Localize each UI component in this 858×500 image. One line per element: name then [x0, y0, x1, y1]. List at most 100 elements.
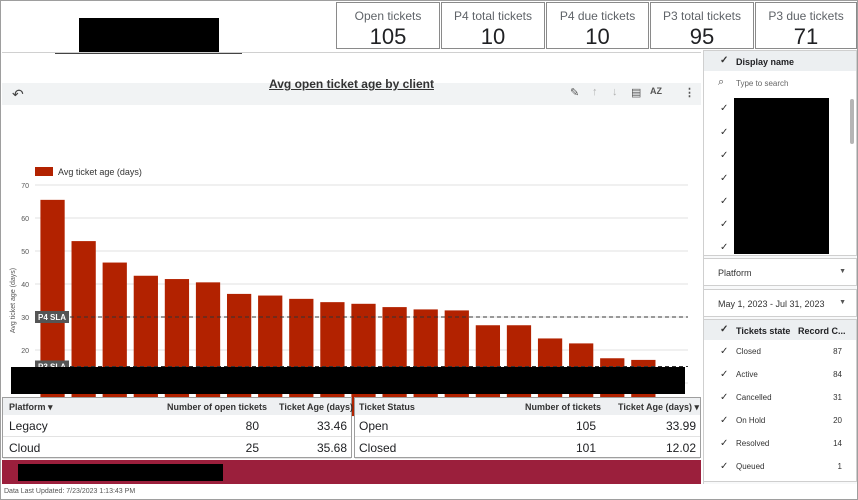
column-header-platform[interactable]: Platform ▾ — [9, 402, 53, 413]
list-item-label: Resolved — [736, 439, 770, 448]
more-vert-icon[interactable]: ⋮ — [684, 86, 695, 99]
kpi-value: 105 — [369, 24, 407, 49]
undo-icon[interactable]: ↶ — [12, 86, 24, 103]
pencil-icon[interactable]: ✎ — [570, 86, 579, 99]
scrollbar[interactable] — [850, 99, 854, 144]
check-icon[interactable]: ✓ — [720, 242, 728, 253]
caret-down-icon: ▼ — [839, 268, 846, 275]
insert-chart-icon[interactable]: ▤ — [631, 86, 641, 99]
list-item-label: Closed — [736, 347, 761, 356]
last-updated-text: Data Last Updated: 7/23/2023 1:13:43 PM — [4, 488, 136, 495]
list-item-count: 14 — [833, 439, 842, 448]
check-icon[interactable]: ✓ — [720, 173, 728, 184]
legend-label: Avg ticket age (days) — [58, 167, 142, 177]
sort-az-icon[interactable]: AZ — [650, 86, 662, 96]
cell-platform: Cloud — [9, 441, 41, 455]
column-header-ticket-age[interactable]: Ticket Age (days) ▾ — [618, 402, 699, 413]
search-row[interactable]: ⌕ Type to search — [704, 75, 856, 91]
check-icon: ✓ — [720, 438, 729, 449]
check-icon: ✓ — [720, 415, 729, 426]
table-row: Closed 101 12.02 — [355, 437, 700, 459]
list-item[interactable]: ✓ Queued 1 — [704, 456, 856, 478]
filter-header: ✓ Tickets state Record C... — [704, 320, 856, 340]
date-range-picker[interactable]: May 1, 2023 - Jul 31, 2023 ▼ — [703, 289, 857, 317]
cell-open-tickets: 80 — [245, 419, 259, 433]
check-icon: ✓ — [720, 461, 729, 472]
record-count-header[interactable]: Record C... — [798, 326, 846, 336]
list-item[interactable]: ✓ Active 84 — [704, 364, 856, 386]
search-icon: ⌕ — [718, 76, 725, 88]
list-item-label: Active — [736, 370, 758, 379]
table-header: Platform ▾ Number of open tickets Ticket… — [3, 398, 353, 415]
table-row: Cloud 25 35.68 — [3, 437, 351, 459]
y-tick-label: 20 — [21, 348, 29, 355]
filter-header-label: Tickets state — [736, 326, 791, 336]
kpi-label: P4 total tickets — [453, 9, 533, 23]
column-header-number-of-tickets[interactable]: Number of tickets — [525, 402, 601, 412]
kpi-card-p3-due: P3 due tickets 71 — [755, 2, 857, 49]
kpi-card-p4-due: P4 due tickets 10 — [546, 2, 649, 49]
check-icon[interactable]: ✓ — [720, 55, 728, 66]
y-axis-label: Avg ticket age (days) — [10, 268, 17, 333]
cell-number-of-tickets: 101 — [575, 441, 596, 455]
list-item-count: 20 — [833, 416, 842, 425]
list-item-label: Cancelled — [736, 393, 772, 402]
check-icon: ✓ — [720, 392, 729, 403]
cell-ticket-age: 33.99 — [665, 419, 696, 433]
kpi-label: P4 due tickets — [559, 9, 636, 23]
table-header: Ticket Status Number of tickets Ticket A… — [355, 398, 700, 415]
list-item[interactable]: ✓ Closed 87 — [704, 341, 856, 363]
kpi-value: 10 — [480, 24, 506, 49]
list-item-label: Queued — [736, 462, 765, 471]
kpi-label: P3 total tickets — [662, 9, 742, 23]
y-tick-label: 60 — [21, 216, 29, 223]
list-item[interactable]: ✓ Resolved 14 — [704, 433, 856, 455]
kpi-value: 71 — [793, 24, 819, 49]
check-icon[interactable]: ✓ — [720, 127, 728, 138]
filter-header-label: Display name — [736, 57, 795, 67]
check-icon[interactable]: ✓ — [720, 196, 728, 207]
y-tick-label: 70 — [21, 183, 29, 190]
caret-down-icon: ▼ — [839, 299, 846, 306]
column-header-ticket-status[interactable]: Ticket Status — [359, 402, 415, 412]
cell-ticket-age: 35.68 — [316, 441, 347, 455]
column-header-ticket-age[interactable]: Ticket Age (days) — [279, 402, 353, 412]
arrow-down-icon[interactable]: ↓ — [612, 86, 618, 98]
date-range-label: May 1, 2023 - Jul 31, 2023 — [718, 299, 825, 309]
bar — [195, 282, 221, 416]
list-item[interactable]: ✓ Cancelled 31 — [704, 387, 856, 409]
list-item-count: 1 — [837, 462, 842, 471]
y-tick-label: 40 — [21, 282, 29, 289]
chart-panel: Avg open ticket age by client ↶ ✎ ↑ ↓ ▤ … — [2, 52, 701, 417]
kpi-value: 95 — [689, 24, 715, 49]
kpi-label: Open tickets — [354, 9, 422, 23]
redacted-axis-labels — [11, 367, 685, 394]
check-icon[interactable]: ✓ — [720, 150, 728, 161]
y-tick-label: 30 — [21, 315, 29, 322]
bar — [164, 279, 190, 416]
table-row: Open 105 33.99 — [355, 415, 700, 437]
check-icon[interactable]: ✓ — [720, 219, 728, 230]
check-icon: ✓ — [720, 369, 729, 380]
cell-platform: Legacy — [9, 419, 48, 433]
list-item[interactable]: ✓ On Hold 20 — [704, 410, 856, 432]
platform-dropdown[interactable]: Platform ▼ — [703, 258, 857, 286]
tickets-state-filter: ✓ Tickets state Record C... ✓ Closed 87 … — [703, 319, 857, 482]
cell-open-tickets: 25 — [245, 441, 259, 455]
redacted-logo — [79, 18, 219, 52]
redacted-footer-text — [18, 464, 223, 481]
redacted-display-names — [734, 98, 829, 254]
kpi-label: P3 due tickets — [768, 9, 844, 23]
kpi-value: 10 — [585, 24, 610, 49]
display-name-filter: ✓ Display name ⌕ Type to search ✓ ✓ ✓ ✓ … — [703, 50, 857, 256]
kpi-card-p3-total: P3 total tickets 95 — [650, 2, 754, 49]
list-item-label: On Hold — [736, 416, 766, 425]
check-icon[interactable]: ✓ — [720, 103, 728, 114]
arrow-up-icon[interactable]: ↑ — [592, 86, 598, 98]
check-icon[interactable]: ✓ — [720, 324, 728, 335]
search-input[interactable]: Type to search — [736, 79, 788, 88]
check-icon: ✓ — [720, 346, 729, 357]
cell-status: Open — [359, 419, 389, 433]
cell-number-of-tickets: 105 — [575, 419, 596, 433]
column-header-open-tickets[interactable]: Number of open tickets — [167, 402, 267, 412]
